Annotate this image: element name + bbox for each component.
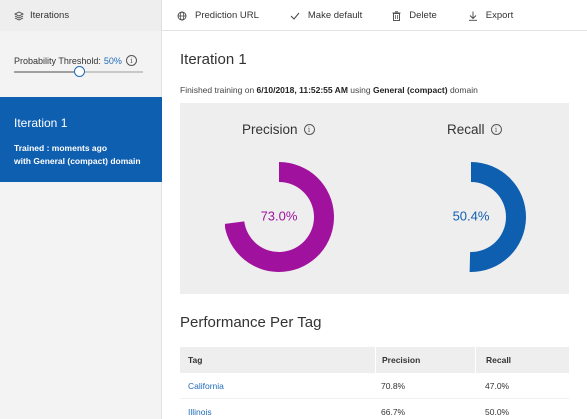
checkmark-icon [290, 11, 300, 21]
make-default-label: Make default [307, 10, 363, 21]
tag-link[interactable]: Illinois [180, 407, 375, 417]
sidebar: Probability Threshold: 50% i Iteration 1… [0, 31, 162, 419]
finished-suffix: domain [447, 85, 478, 95]
tag-precision: 66.7% [381, 406, 406, 417]
main-panel: Iteration 1 Finished training on 6/10/20… [162, 31, 587, 419]
finished-prefix: Finished training on [180, 85, 257, 95]
precision-donut: 73.0% [225, 162, 334, 272]
prediction-url-label: Prediction URL [195, 10, 259, 21]
tag-recall: 50.0% [485, 406, 510, 417]
metrics-panel: Precision i 73.0% Recall i 50.4% [180, 103, 569, 294]
trash-icon [392, 10, 401, 21]
finished-date: 6/10/2018, 11:52:55 AM [256, 85, 348, 95]
iteration-card-title: Iteration 1 [14, 116, 68, 130]
download-icon [468, 11, 478, 21]
recall-value: 50.4% [453, 208, 490, 223]
probability-threshold-label: Probability Threshold: 50% i [14, 55, 137, 66]
threshold-value: 50% [103, 55, 122, 66]
finished-training-text: Finished training on 6/10/2018, 11:52:55… [180, 85, 478, 95]
table-row[interactable]: California 70.8% 47.0% [180, 373, 569, 399]
layers-icon [14, 10, 24, 21]
precision-info-icon[interactable]: i [303, 124, 315, 135]
make-default-button[interactable]: Make default [290, 10, 362, 21]
slider-thumb[interactable] [74, 66, 85, 77]
header-precision[interactable]: Precision [375, 347, 475, 373]
iteration-card-domain: with General (compact) domain [14, 156, 141, 166]
delete-label: Delete [409, 10, 437, 21]
threshold-slider[interactable] [14, 66, 143, 77]
header-tag[interactable]: Tag [180, 355, 375, 365]
performance-per-tag-title: Performance Per Tag [180, 314, 322, 331]
tag-link[interactable]: California [180, 381, 375, 391]
finished-mid: using [347, 85, 373, 95]
iteration-card-trained: Trained : moments ago [14, 143, 108, 153]
table-header: Tag Precision Recall [180, 347, 569, 373]
finished-domain: General (compact) [372, 85, 448, 95]
toolbar: Prediction URL Make default Delete Expor… [162, 0, 513, 31]
export-label: Export [485, 10, 514, 21]
header-recall[interactable]: Recall [475, 347, 569, 373]
performance-table: Tag Precision Recall California 70.8% 47… [180, 347, 569, 419]
recall-info-icon[interactable]: i [490, 124, 502, 135]
iterations-header[interactable]: Iterations [0, 0, 162, 31]
iteration-card[interactable]: Iteration 1 Trained : moments ago with G… [0, 97, 162, 182]
iterations-label: Iterations [30, 10, 70, 21]
globe-icon [177, 11, 187, 21]
recall-title: Recall i [447, 122, 502, 137]
delete-button[interactable]: Delete [392, 10, 437, 21]
page-title: Iteration 1 [180, 51, 247, 68]
precision-label: Precision [242, 122, 298, 137]
table-row[interactable]: Illinois 66.7% 50.0% [180, 399, 569, 419]
tag-recall: 47.0% [485, 380, 510, 391]
slider-fill [14, 71, 79, 73]
prediction-url-button[interactable]: Prediction URL [177, 10, 259, 21]
top-bar: Iterations Prediction URL Make default D… [0, 0, 587, 31]
info-icon[interactable]: i [125, 55, 137, 66]
recall-label: Recall [447, 122, 485, 137]
recall-donut: 50.4% [453, 162, 527, 272]
precision-title: Precision i [242, 122, 315, 137]
precision-value: 73.0% [261, 208, 298, 223]
tag-precision: 70.8% [381, 380, 406, 391]
threshold-text: Probability Threshold: [14, 55, 101, 66]
export-button[interactable]: Export [468, 10, 513, 21]
